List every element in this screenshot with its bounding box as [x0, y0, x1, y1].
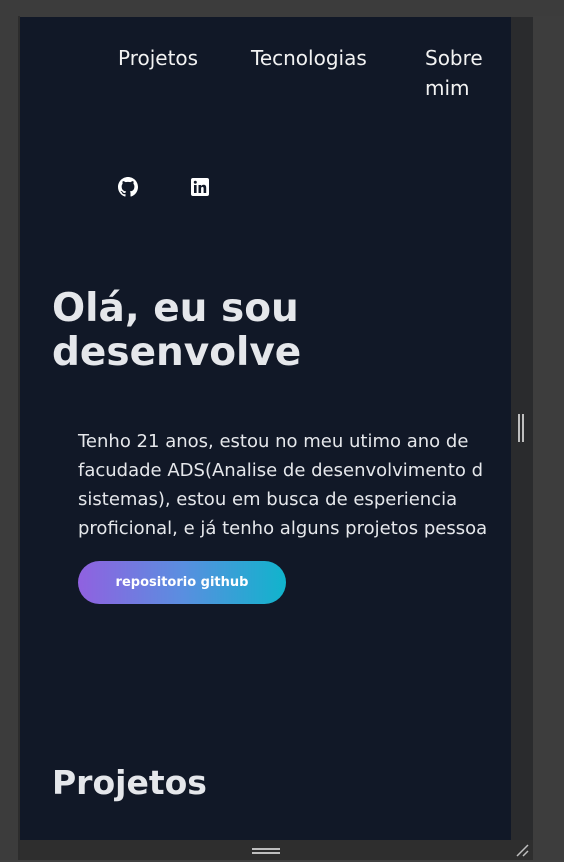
github-repository-button[interactable]: repositorio github: [78, 561, 286, 604]
hero-title: Olá, eu sou desenvolve: [52, 286, 302, 375]
page-viewport: Projetos Tecnologias Sobre mim Olá, eu s…: [20, 17, 511, 840]
resize-grip-icon[interactable]: [514, 842, 530, 858]
frame-edge-right: [533, 16, 564, 860]
github-icon[interactable]: [118, 177, 138, 197]
hero-description: Tenho 21 anos, estou no meu utimo ano de…: [78, 431, 488, 539]
nav-link-projetos[interactable]: Projetos: [118, 43, 198, 73]
projects-section-title: Projetos: [52, 763, 207, 802]
vertical-resize-handle[interactable]: [518, 414, 524, 442]
nav-link-sobre-mim[interactable]: Sobre mim: [425, 43, 495, 103]
linkedin-icon[interactable]: [190, 177, 210, 197]
nav-link-tecnologias[interactable]: Tecnologias: [251, 43, 367, 73]
horizontal-resize-handle[interactable]: [252, 848, 280, 854]
